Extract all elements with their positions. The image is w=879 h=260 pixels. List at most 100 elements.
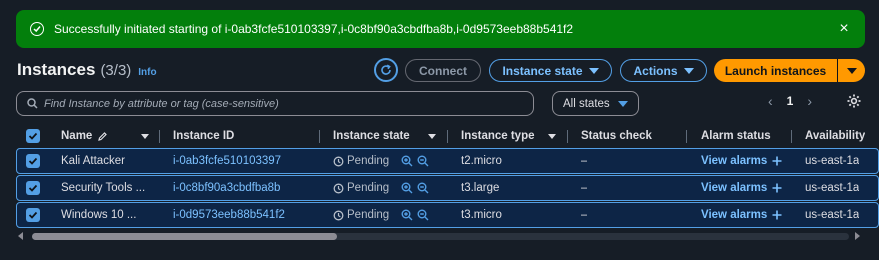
column-name[interactable]: Name — [61, 124, 108, 148]
zoom-in-icon[interactable] — [401, 182, 413, 194]
sort-icon[interactable] — [548, 124, 556, 148]
next-page-icon[interactable]: › — [807, 93, 812, 109]
instance-type: t3.large — [461, 182, 500, 194]
flash-message: Successfully initiated starting of i-0ab… — [54, 22, 574, 36]
view-alarms-label: View alarms — [701, 209, 768, 221]
caret-down-icon — [846, 67, 857, 74]
search-icon — [27, 98, 38, 109]
row-checkbox[interactable] — [26, 176, 40, 200]
plus-icon — [772, 183, 782, 193]
horizontal-scrollbar[interactable] — [16, 230, 865, 242]
launch-instances-label[interactable]: Launch instances — [714, 64, 837, 78]
view-alarms-link[interactable]: View alarms — [701, 203, 782, 227]
instance-state-button[interactable]: Instance state — [489, 59, 612, 82]
prev-page-icon[interactable]: ‹ — [768, 93, 773, 109]
refresh-icon — [381, 64, 391, 75]
check-icon — [26, 129, 40, 143]
table-header-row: Name Instance ID Instance state Instance… — [16, 124, 879, 148]
zoom-out-icon[interactable] — [417, 209, 429, 221]
availability-zone: us-east-1a — [805, 155, 860, 167]
states-filter-select[interactable]: All states — [552, 91, 639, 116]
info-link[interactable]: Info — [138, 67, 156, 78]
view-alarms-label: View alarms — [701, 182, 768, 194]
zoom-out-icon[interactable] — [417, 155, 429, 167]
instance-state-text: Pending — [347, 209, 390, 221]
close-icon[interactable]: × — [837, 20, 851, 38]
view-alarms-link[interactable]: View alarms — [701, 149, 782, 173]
refresh-button[interactable] — [374, 58, 398, 82]
instance-state: Pending — [333, 176, 429, 200]
select-all-checkbox[interactable] — [26, 124, 40, 148]
column-instance-id[interactable]: Instance ID — [173, 124, 234, 148]
instance-name: Security Tools ... — [61, 182, 146, 194]
column-divider[interactable] — [159, 130, 160, 143]
instance-id-link[interactable]: i-0ab3fcfe510103397 — [173, 149, 281, 173]
status-check: – — [581, 209, 588, 221]
table-row[interactable]: Kali Attacker i-0ab3fcfe510103397 Pendin… — [16, 148, 879, 174]
column-divider[interactable] — [791, 130, 792, 143]
check-icon — [26, 154, 40, 168]
sort-icon[interactable] — [428, 124, 436, 148]
actions-label: Actions — [633, 63, 678, 78]
status-check: – — [581, 182, 588, 194]
instance-state-text: Pending — [347, 155, 390, 167]
clock-icon — [333, 156, 344, 166]
caret-down-icon — [618, 100, 628, 107]
table-row[interactable]: Windows 10 ... i-0d9573eeb88b541f2 Pendi… — [16, 202, 879, 228]
instance-id-link[interactable]: i-0c8bf90a3cbdfba8b — [173, 176, 280, 200]
column-name-label: Name — [61, 130, 93, 142]
gear-icon[interactable] — [846, 93, 862, 109]
column-availability[interactable]: Availability — [805, 124, 865, 148]
clock-icon — [333, 210, 344, 220]
instance-state: Pending — [333, 149, 429, 173]
states-filter-value: All states — [563, 97, 610, 110]
check-circle-icon — [30, 22, 44, 36]
search-box[interactable] — [16, 91, 534, 116]
scrollbar-thumb[interactable] — [32, 233, 337, 240]
column-divider[interactable] — [686, 130, 687, 143]
instance-name: Kali Attacker — [61, 155, 125, 167]
caret-down-icon — [588, 67, 599, 74]
instance-id-link[interactable]: i-0d9573eeb88b541f2 — [173, 203, 285, 227]
sort-icon[interactable] — [141, 124, 149, 148]
view-alarms-link[interactable]: View alarms — [701, 176, 782, 200]
instance-state-label: Instance state — [502, 63, 583, 78]
zoom-in-icon[interactable] — [401, 209, 413, 221]
launch-instances-button[interactable]: Launch instances — [714, 59, 865, 82]
column-instance-state[interactable]: Instance state — [333, 124, 410, 148]
column-divider[interactable] — [567, 130, 568, 143]
instance-name: Windows 10 ... — [61, 209, 137, 221]
launch-dropdown-button[interactable] — [838, 67, 865, 74]
selection-count: (3/3) — [100, 62, 132, 79]
view-alarms-label: View alarms — [701, 155, 768, 167]
page-title: Instances — [17, 60, 96, 79]
instance-state: Pending — [333, 203, 429, 227]
availability-zone: us-east-1a — [805, 209, 860, 221]
column-instance-type[interactable]: Instance type — [461, 124, 535, 148]
column-alarm-status[interactable]: Alarm status — [701, 124, 771, 148]
connect-button[interactable]: Connect — [405, 59, 481, 82]
row-checkbox[interactable] — [26, 203, 40, 227]
column-status-check[interactable]: Status check — [581, 124, 652, 148]
caret-down-icon — [683, 67, 694, 74]
actions-button[interactable]: Actions — [620, 59, 707, 82]
column-divider[interactable] — [447, 130, 448, 143]
success-flashbar: Successfully initiated starting of i-0ab… — [16, 10, 865, 48]
pagination: ‹ 1 › — [768, 91, 812, 111]
zoom-in-icon[interactable] — [401, 155, 413, 167]
status-check: – — [581, 155, 588, 167]
availability-zone: us-east-1a — [805, 182, 860, 194]
scroll-right-icon[interactable] — [855, 232, 860, 240]
instance-state-text: Pending — [347, 182, 390, 194]
search-input[interactable] — [44, 97, 524, 110]
instance-type: t2.micro — [461, 155, 502, 167]
zoom-out-icon[interactable] — [417, 182, 429, 194]
row-checkbox[interactable] — [26, 149, 40, 173]
column-divider[interactable] — [319, 130, 320, 143]
instances-header: Instances (3/3) Info — [17, 60, 157, 80]
page-number[interactable]: 1 — [787, 94, 794, 108]
plus-icon — [772, 210, 782, 220]
scroll-left-icon[interactable] — [18, 232, 23, 240]
table-row[interactable]: Security Tools ... i-0c8bf90a3cbdfba8b P… — [16, 175, 879, 201]
check-icon — [26, 208, 40, 222]
